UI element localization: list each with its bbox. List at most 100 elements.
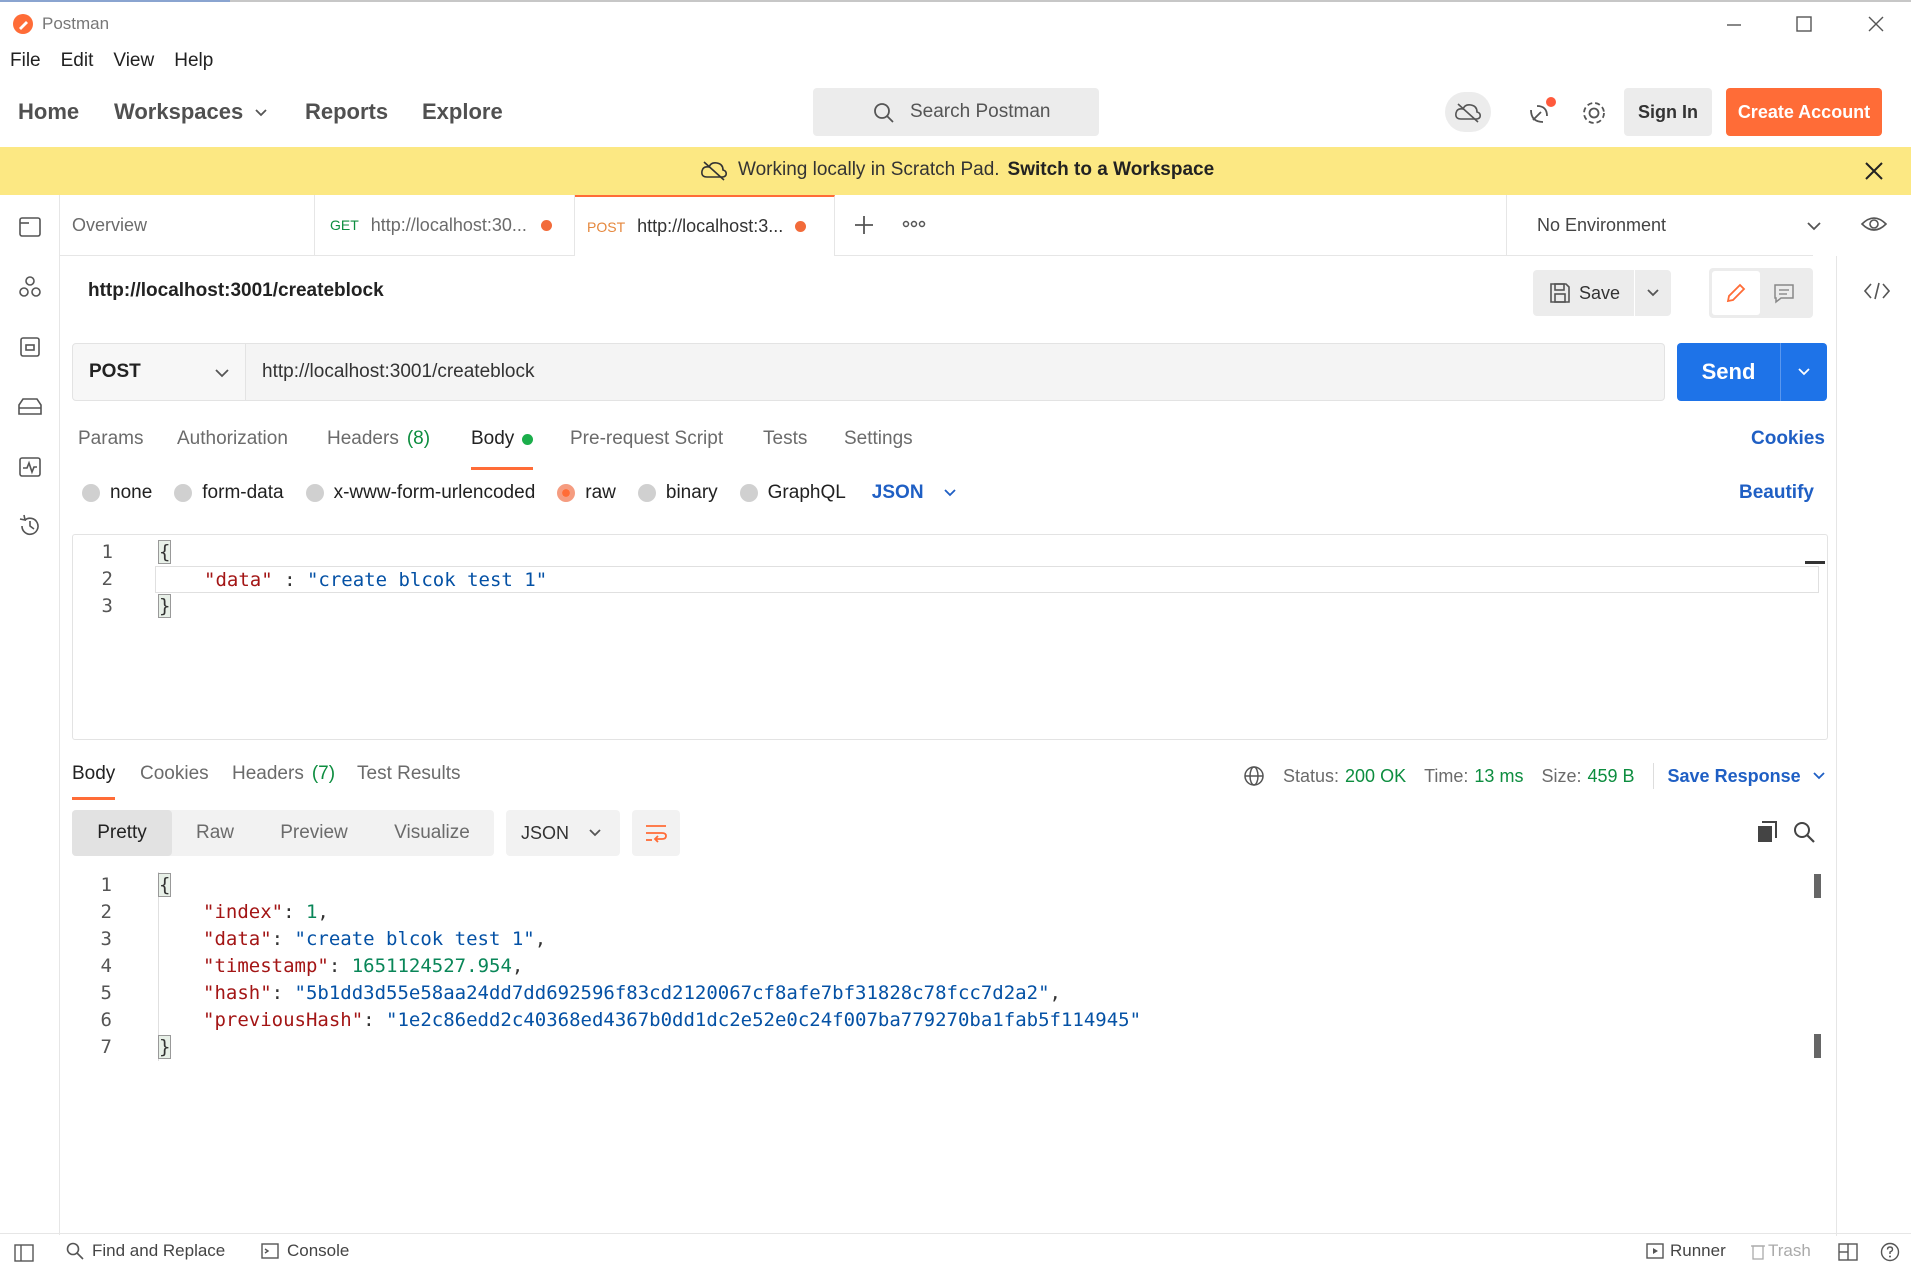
trash-button[interactable]: Trash <box>1750 1241 1811 1261</box>
environments-icon[interactable] <box>18 335 42 359</box>
tab-prerequest-script[interactable]: Pre-request Script <box>570 428 723 450</box>
view-preview[interactable]: Preview <box>258 810 370 856</box>
radio-none[interactable]: none <box>82 482 152 504</box>
radio-raw[interactable]: raw <box>557 482 616 504</box>
title-bar: Postman <box>0 0 1911 45</box>
sign-in-button[interactable]: Sign In <box>1624 88 1712 136</box>
response-tab-headers[interactable]: Headers (7) <box>232 763 335 785</box>
response-body-viewer[interactable]: 1 2 3 4 5 6 7 { "index": 1, "data": "cre… <box>72 872 1828 1222</box>
view-preview-label: Preview <box>280 822 348 843</box>
tab-tests[interactable]: Tests <box>763 428 807 450</box>
collections-icon[interactable] <box>18 215 42 239</box>
nav-reports[interactable]: Reports <box>305 99 388 125</box>
search-response-icon[interactable] <box>1792 820 1816 844</box>
two-pane-view-icon[interactable] <box>1838 1243 1858 1261</box>
find-replace-button[interactable]: Find and Replace <box>66 1241 225 1261</box>
radio-binary[interactable]: binary <box>637 482 718 504</box>
comments-mode-button[interactable] <box>1760 271 1808 315</box>
tab-settings[interactable]: Settings <box>844 428 913 450</box>
save-button[interactable]: Save <box>1533 270 1635 316</box>
apis-icon[interactable] <box>18 275 42 299</box>
copy-icon[interactable] <box>1755 820 1779 844</box>
time-value[interactable]: 13 ms <box>1474 766 1523 787</box>
create-account-label: Create Account <box>1737 101 1871 122</box>
mock-servers-icon[interactable] <box>16 395 44 419</box>
search-input[interactable]: Search Postman <box>813 88 1099 136</box>
code-area[interactable]: { "data" : "create blcok test 1" } <box>155 539 1819 620</box>
save-options-button[interactable] <box>1635 270 1671 316</box>
tab-params[interactable]: Params <box>78 428 143 450</box>
runner-button[interactable]: Runner <box>1646 1241 1726 1261</box>
menu-help[interactable]: Help <box>174 50 213 72</box>
edit-mode-button[interactable] <box>1712 271 1760 315</box>
nav-workspaces[interactable]: Workspaces <box>114 99 269 125</box>
tab-authorization[interactable]: Authorization <box>177 428 288 450</box>
response-scrollbar-top[interactable] <box>1814 874 1821 898</box>
menu-edit[interactable]: Edit <box>61 50 94 72</box>
globe-icon[interactable] <box>1243 765 1265 787</box>
tab-get-request[interactable]: GET http://localhost:30... <box>315 195 575 255</box>
minimize-button[interactable] <box>1724 14 1744 34</box>
editor-scrollbar[interactable] <box>1805 561 1825 564</box>
request-body-editor[interactable]: 1 2 3 { "data" : "create blcok test 1" } <box>72 534 1828 740</box>
tab-headers[interactable]: Headers (8) <box>327 428 430 450</box>
size-value[interactable]: 459 B <box>1587 766 1634 787</box>
beautify-button[interactable]: Beautify <box>1739 482 1814 504</box>
view-raw[interactable]: Raw <box>172 810 258 856</box>
response-tab-body[interactable]: Body <box>72 763 116 800</box>
response-tab-test-results[interactable]: Test Results <box>357 763 460 785</box>
url-input[interactable]: http://localhost:3001/createblock <box>246 343 1665 401</box>
create-account-button[interactable]: Create Account <box>1726 88 1882 136</box>
radio-graphql[interactable]: GraphQL <box>739 482 846 504</box>
environment-quick-look-eye-icon[interactable] <box>1860 214 1888 234</box>
view-visualize[interactable]: Visualize <box>370 810 494 856</box>
response-scrollbar-thumb[interactable] <box>1814 1034 1821 1058</box>
radio-circle <box>739 484 758 502</box>
more-tabs-icon[interactable] <box>902 217 926 231</box>
nav-home[interactable]: Home <box>18 99 79 125</box>
console-button[interactable]: Console <box>261 1241 349 1261</box>
wrap-lines-button[interactable] <box>632 810 680 856</box>
menu-view[interactable]: View <box>113 50 154 72</box>
response-format-selector[interactable]: JSON <box>506 810 620 856</box>
status-value[interactable]: 200 OK <box>1345 766 1406 787</box>
right-sidebar <box>1836 256 1911 1236</box>
radio-urlencoded[interactable]: x-www-form-urlencoded <box>305 482 535 504</box>
banner-close-icon[interactable] <box>1864 161 1884 181</box>
satellite-icon[interactable] <box>1527 96 1557 126</box>
cookies-link[interactable]: Cookies <box>1751 428 1825 450</box>
request-title[interactable]: http://localhost:3001/createblock <box>88 280 384 302</box>
pencil-icon <box>1725 282 1747 304</box>
send-options-button[interactable] <box>1781 343 1827 401</box>
settings-gear-icon[interactable] <box>1580 99 1608 127</box>
nav-explore[interactable]: Explore <box>422 99 503 125</box>
method-selector[interactable]: POST <box>72 343 246 401</box>
send-button[interactable]: Send <box>1677 343 1781 401</box>
save-response-button[interactable]: Save Response <box>1668 766 1827 787</box>
json-key: "data" <box>204 569 273 591</box>
language-selector[interactable]: JSON <box>872 482 958 504</box>
history-icon[interactable] <box>17 513 43 539</box>
environment-selector[interactable]: No Environment <box>1506 195 1821 256</box>
json-key-index: "index" <box>203 901 284 923</box>
app-header: Home Workspaces Reports Explore Search P… <box>0 80 1911 146</box>
radio-form-data[interactable]: form-data <box>174 482 284 504</box>
sync-cloud-button[interactable] <box>1445 92 1491 132</box>
tab-body[interactable]: Body <box>471 428 534 470</box>
help-icon[interactable] <box>1880 1242 1900 1262</box>
json-key-hash: "hash" <box>203 982 272 1004</box>
code-snippet-icon[interactable] <box>1864 281 1890 301</box>
tab-overview[interactable]: Overview <box>60 195 315 255</box>
json-value-hash: "5b1dd3d55e58aa24dd7dd692596f83cd2120067… <box>294 982 1050 1004</box>
response-tab-cookies[interactable]: Cookies <box>140 763 209 785</box>
close-window-button[interactable] <box>1866 14 1886 34</box>
monitors-icon[interactable] <box>18 455 42 479</box>
view-pretty[interactable]: Pretty <box>72 810 172 856</box>
format-label: JSON <box>521 822 570 843</box>
switch-workspace-link[interactable]: Switch to a Workspace <box>1008 159 1215 181</box>
maximize-button[interactable] <box>1794 14 1814 34</box>
menu-file[interactable]: File <box>10 50 41 72</box>
toggle-sidebar-icon[interactable] <box>14 1244 34 1262</box>
tab-post-request[interactable]: POST http://localhost:3... <box>575 195 835 256</box>
new-tab-plus-icon[interactable] <box>852 213 876 237</box>
